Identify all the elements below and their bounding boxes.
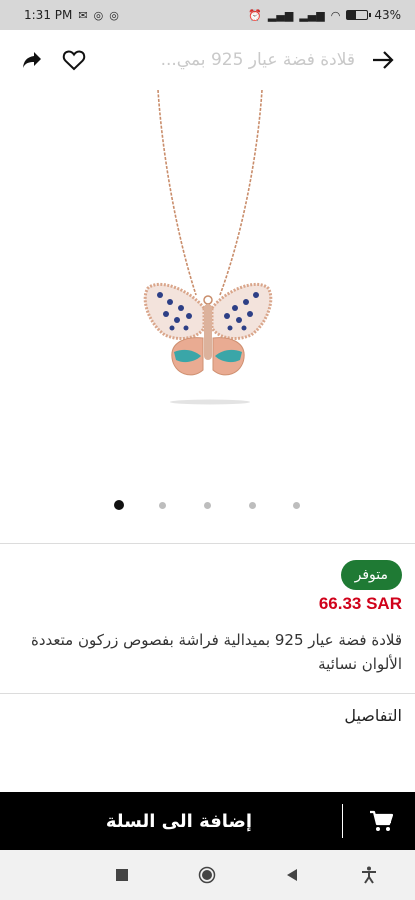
- divider: [0, 543, 415, 544]
- add-to-cart-label: إضافة الى السلة: [105, 810, 253, 832]
- divider: [0, 693, 415, 694]
- share-icon[interactable]: [18, 46, 46, 74]
- signal-icon: ▂▄▆: [299, 8, 325, 22]
- app-bar: قلادة فضة عيار 925 بمي...: [0, 30, 415, 90]
- carousel-dot[interactable]: [293, 502, 300, 509]
- wifi-icon: ◠: [330, 8, 341, 22]
- carousel-dot[interactable]: [204, 502, 211, 509]
- cart-icon: [347, 810, 415, 832]
- carousel-dot[interactable]: [159, 502, 166, 509]
- carousel-dot[interactable]: [249, 502, 256, 509]
- system-navigation-bar: [0, 850, 415, 900]
- product-image[interactable]: [0, 89, 415, 490]
- whatsapp-icon: ◎: [109, 8, 119, 22]
- product-price: 66.33 SAR: [318, 594, 402, 613]
- back-arrow-icon[interactable]: [369, 46, 397, 74]
- mail-icon: ✉: [78, 8, 88, 22]
- carousel-dot[interactable]: [114, 500, 124, 510]
- alarm-icon: ⏰: [248, 8, 262, 22]
- whatsapp-icon: ◎: [93, 8, 104, 22]
- status-bar-left: 1:31 PM ✉ ◎ ◎: [24, 8, 119, 22]
- image-carousel-indicator: [0, 500, 415, 512]
- add-to-cart-button[interactable]: إضافة الى السلة: [0, 792, 415, 850]
- availability-badge: متوفر: [340, 560, 402, 590]
- battery-icon: [346, 10, 372, 20]
- heart-icon[interactable]: [60, 46, 88, 74]
- status-bar-right: ⏰ ▂▄▆ ▂▄▆ ◠ 43%: [248, 8, 401, 22]
- divider: [342, 804, 343, 838]
- accessibility-icon[interactable]: [360, 866, 378, 884]
- signal-icon: ▂▄▆: [267, 8, 294, 22]
- page-title: قلادة فضة عيار 925 بمي...: [160, 50, 355, 70]
- status-time: 1:31 PM: [24, 8, 73, 22]
- home-icon[interactable]: [198, 866, 216, 884]
- details-section-header[interactable]: التفاصيل: [344, 706, 402, 725]
- battery-percent: 43%: [374, 8, 401, 22]
- recent-apps-icon[interactable]: [113, 866, 131, 884]
- product-name: قلادة فضة عيار 925 بميدالية فراشة بفصوص …: [31, 631, 402, 673]
- status-bar: 1:31 PM ✉ ◎ ◎ ⏰ ▂▄▆ ▂▄▆ ◠ 43%: [0, 0, 415, 30]
- back-icon[interactable]: [283, 866, 301, 884]
